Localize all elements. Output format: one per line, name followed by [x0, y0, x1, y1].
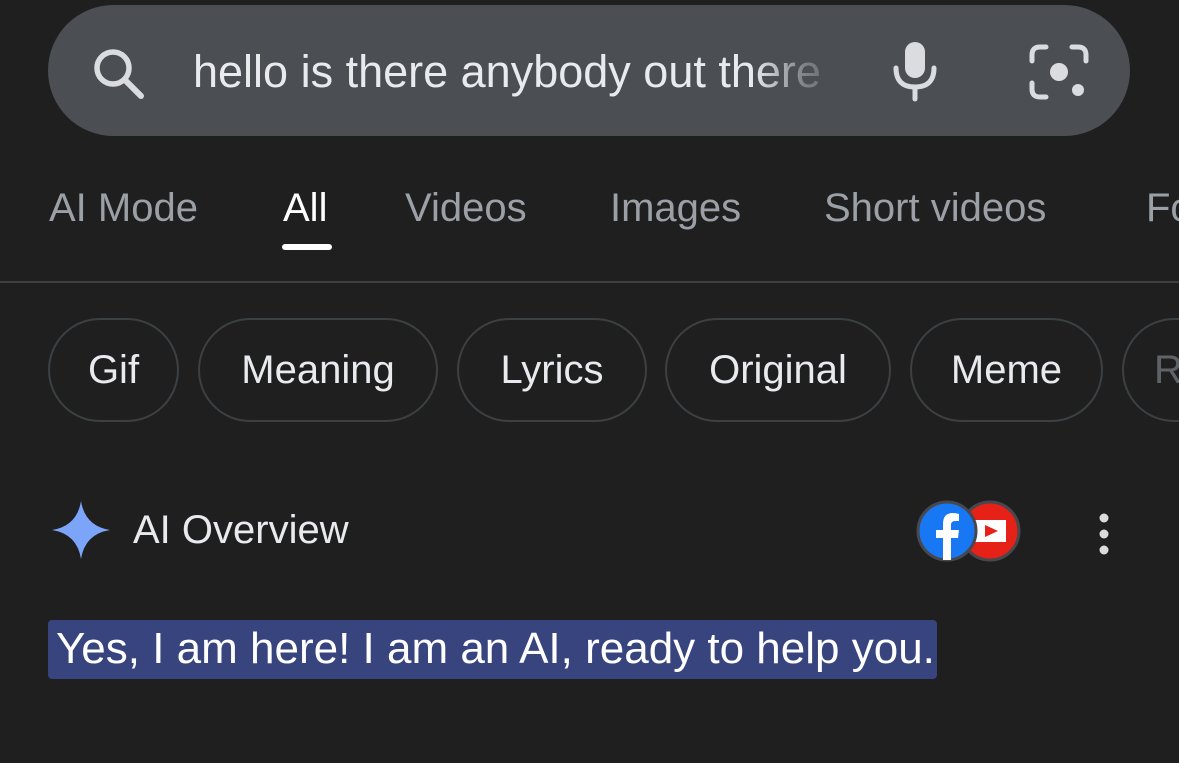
- source-avatars[interactable]: [914, 498, 1024, 564]
- ai-overview-answer: Yes, I am here! I am an AI, ready to hel…: [48, 612, 948, 685]
- tabs-divider: [0, 281, 1179, 283]
- facebook-icon[interactable]: [916, 500, 978, 562]
- chip-original[interactable]: Original: [665, 318, 891, 422]
- chip-lyrics[interactable]: Lyrics: [457, 318, 647, 422]
- chip-meme[interactable]: Meme: [910, 318, 1103, 422]
- answer-text: Yes, I am here! I am an AI, ready to hel…: [48, 620, 937, 679]
- tab-forums[interactable]: Fo: [1146, 180, 1179, 236]
- tab-videos[interactable]: Videos: [405, 180, 527, 236]
- active-tab-indicator: [282, 244, 332, 250]
- search-icon[interactable]: [88, 44, 148, 104]
- search-input[interactable]: hello is there anybody out there: [193, 40, 845, 104]
- tab-images[interactable]: Images: [610, 180, 741, 236]
- camera-lens-icon[interactable]: [1028, 43, 1090, 101]
- microphone-icon[interactable]: [890, 40, 940, 102]
- tab-all[interactable]: All: [283, 180, 327, 236]
- search-results-page: hello is there anybody out there AI Mode…: [0, 0, 1179, 763]
- ai-overview-title: AI Overview: [133, 508, 349, 552]
- chip-partial[interactable]: R: [1122, 318, 1179, 422]
- more-options-icon[interactable]: [1092, 512, 1116, 556]
- sparkle-icon: [52, 501, 110, 559]
- tab-short-videos[interactable]: Short videos: [824, 180, 1046, 236]
- chip-gif[interactable]: Gif: [48, 318, 179, 422]
- tab-ai-mode[interactable]: AI Mode: [49, 180, 198, 236]
- chip-meaning[interactable]: Meaning: [198, 318, 438, 422]
